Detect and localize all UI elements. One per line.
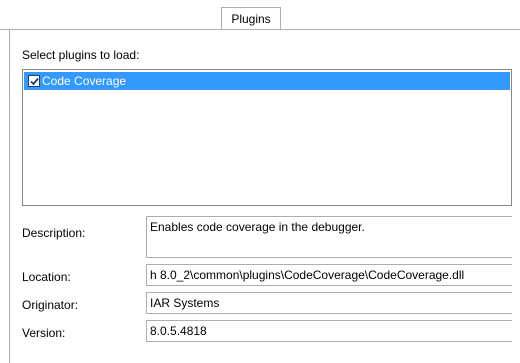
location-label: Location:: [22, 270, 71, 284]
originator-label: Originator:: [22, 298, 79, 312]
list-item-code-coverage[interactable]: Code Coverage: [24, 72, 510, 90]
location-field[interactable]: h 8.0_2\common\plugins\CodeCoverage\Code…: [146, 264, 512, 286]
tab-strip-divider: [0, 29, 520, 30]
description-value: Enables code coverage in the debugger.: [150, 220, 365, 234]
tab-plugins[interactable]: Plugins: [221, 7, 281, 29]
version-value: 8.0.5.4818: [150, 324, 207, 338]
select-plugins-label: Select plugins to load:: [22, 48, 140, 62]
plugin-label: Code Coverage: [42, 74, 127, 88]
tab-plugins-label: Plugins: [231, 11, 271, 26]
plugins-list[interactable]: Code Coverage: [22, 69, 512, 206]
check-icon: [29, 77, 39, 85]
originator-value: IAR Systems: [150, 296, 220, 310]
description-label: Description:: [22, 226, 86, 240]
plugin-checkbox[interactable]: [28, 75, 40, 87]
location-value: h 8.0_2\common\plugins\CodeCoverage\Code…: [150, 268, 465, 282]
version-label: Version:: [22, 326, 66, 340]
description-field[interactable]: Enables code coverage in the debugger.: [146, 216, 512, 258]
version-field[interactable]: 8.0.5.4818: [146, 320, 512, 342]
originator-field[interactable]: IAR Systems: [146, 292, 512, 314]
